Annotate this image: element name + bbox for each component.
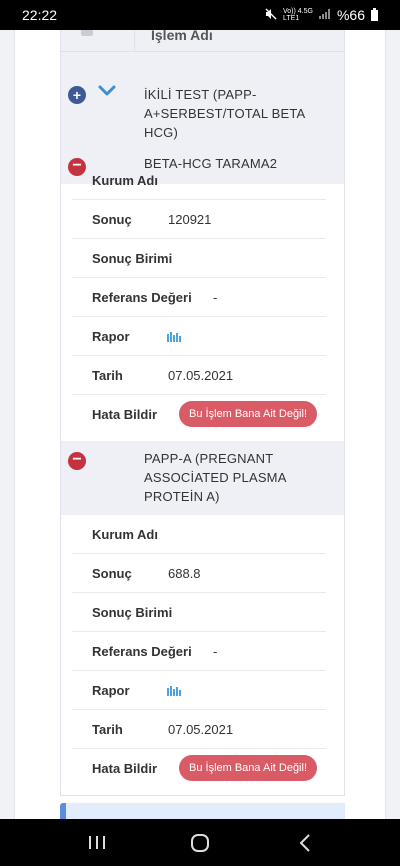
detail-row-birim: Sonuç Birimi bbox=[72, 239, 326, 278]
detail-row-hata: Hata Bildir Bu İşlem Bana Ait Değil! bbox=[72, 749, 326, 791]
status-icons: Vo)) 4.5G LTE1 %66 bbox=[265, 7, 378, 23]
detail-row-tarih: Tarih 07.05.2021 bbox=[72, 710, 326, 749]
detail-label: Tarih bbox=[92, 722, 123, 737]
detail-row-sonuc: Sonuç 688.8 bbox=[72, 554, 326, 593]
detail-label: Rapor bbox=[92, 329, 130, 344]
detail-label: Sonuç bbox=[92, 566, 132, 581]
battery-icon bbox=[371, 7, 378, 21]
report-chart-icon[interactable] bbox=[167, 330, 181, 342]
detail-label: Kurum Adı bbox=[92, 527, 158, 542]
column-title: İşlem Adı bbox=[151, 30, 213, 43]
detail-label: Tarih bbox=[92, 368, 123, 383]
minus-icon[interactable]: − bbox=[68, 452, 86, 470]
sub-item-title: PAPP-A (PREGNANT ASSOCİATED PLASMA PROTE… bbox=[144, 451, 286, 504]
home-icon[interactable] bbox=[170, 819, 230, 866]
detail-value: 07.05.2021 bbox=[168, 722, 234, 737]
detail-label: Kurum Adı bbox=[92, 173, 158, 188]
navigation-bar bbox=[0, 819, 400, 866]
detail-row-kurum: Kurum Adı bbox=[72, 161, 326, 200]
detail-row-tarih: Tarih 07.05.2021 bbox=[72, 356, 326, 395]
detail-label: Referans Değeri bbox=[92, 290, 192, 305]
detail-row-kurum: Kurum Adı bbox=[72, 515, 326, 554]
table-bottom-border bbox=[61, 795, 344, 796]
detail-label: Hata Bildir bbox=[92, 407, 158, 422]
detail-label: Referans Değeri bbox=[92, 644, 192, 659]
parent-test-name: İKİLİ TEST (PAPP-A+SERBEST/TOTAL BETA HC… bbox=[144, 87, 305, 140]
detail-value: 688.8 bbox=[168, 566, 201, 581]
detail-value: 120921 bbox=[168, 212, 212, 227]
network-bottom: LTE1 bbox=[283, 15, 300, 22]
detail-value: - bbox=[213, 290, 218, 305]
detail-label: Sonuç Birimi bbox=[92, 605, 173, 620]
results-table: İşlem Adı + İKİLİ TEST (PAPP-A+SERBEST/T… bbox=[60, 30, 345, 796]
detail-row-rapor: Rapor bbox=[72, 671, 326, 710]
sub-item-header[interactable]: − PAPP-A (PREGNANT ASSOCİATED PLASMA PRO… bbox=[61, 441, 344, 515]
not-mine-button[interactable]: Bu İşlem Bana Ait Değil! bbox=[179, 401, 318, 427]
detail-row-sonuc: Sonuç 120921 bbox=[72, 200, 326, 239]
status-bar: 22:22 Vo)) 4.5G LTE1 %66 bbox=[0, 0, 400, 30]
detail-label: Hata Bildir bbox=[92, 761, 158, 776]
select-all-checkbox[interactable] bbox=[81, 30, 93, 36]
network-top: Vo)) 4.5G bbox=[283, 8, 313, 15]
column-divider bbox=[134, 30, 135, 51]
chevron-down-icon[interactable] bbox=[98, 84, 116, 98]
report-chart-icon[interactable] bbox=[167, 684, 181, 696]
detail-value: - bbox=[213, 644, 218, 659]
network-indicator: Vo)) 4.5G LTE1 bbox=[283, 8, 313, 22]
detail-row-rapor: Rapor bbox=[72, 317, 326, 356]
next-section-card[interactable] bbox=[60, 803, 345, 819]
detail-row-referans: Referans Değeri - bbox=[72, 278, 326, 317]
detail-label: Sonuç Birimi bbox=[92, 251, 173, 266]
detail-row-referans: Referans Değeri - bbox=[72, 632, 326, 671]
detail-label: Sonuç bbox=[92, 212, 132, 227]
not-mine-button[interactable]: Bu İşlem Bana Ait Değil! bbox=[179, 755, 318, 781]
page-content[interactable]: İşlem Adı + İKİLİ TEST (PAPP-A+SERBEST/T… bbox=[0, 30, 400, 819]
recent-apps-icon[interactable] bbox=[67, 819, 127, 866]
battery-level: %66 bbox=[336, 7, 365, 23]
status-time: 22:22 bbox=[22, 7, 58, 23]
detail-label: Rapor bbox=[92, 683, 130, 698]
plus-icon[interactable]: + bbox=[68, 86, 86, 104]
detail-row-hata: Hata Bildir Bu İşlem Bana Ait Değil! bbox=[72, 395, 326, 437]
signal-icon bbox=[318, 8, 331, 22]
detail-value: 07.05.2021 bbox=[168, 368, 234, 383]
detail-row-birim: Sonuç Birimi bbox=[72, 593, 326, 632]
table-header: İşlem Adı bbox=[61, 30, 344, 52]
parent-row[interactable]: + İKİLİ TEST (PAPP-A+SERBEST/TOTAL BETA … bbox=[61, 52, 344, 150]
mute-icon bbox=[265, 8, 277, 23]
back-icon[interactable] bbox=[275, 819, 335, 866]
